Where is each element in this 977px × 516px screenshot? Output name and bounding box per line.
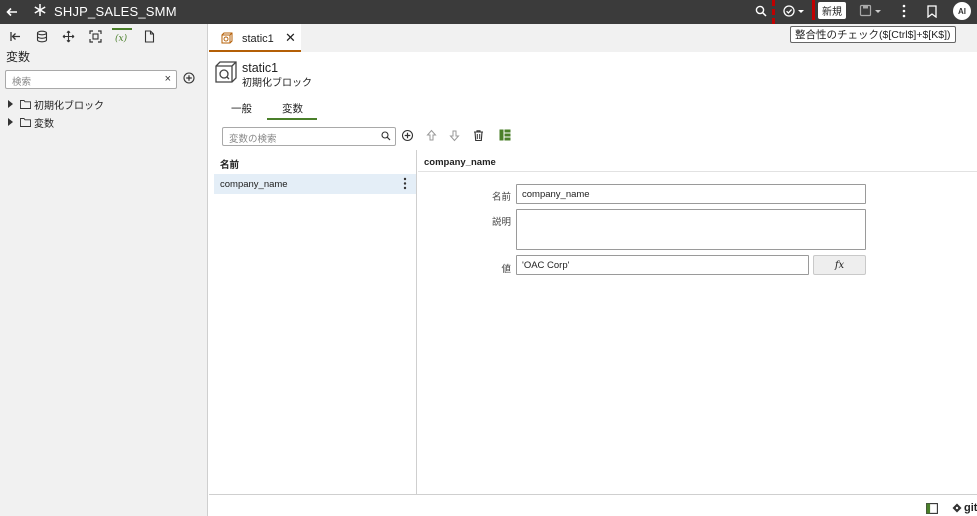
search-input[interactable]: 検索 × — [5, 70, 177, 89]
focus-indicator — [812, 0, 815, 20]
svg-text:(x): (x) — [115, 33, 128, 43]
top-bar: SHJP_SALES_SMM 新規 AI — [0, 0, 977, 24]
tab-variables[interactable]: 変数 — [282, 101, 303, 116]
fit-frame-icon[interactable] — [87, 28, 103, 44]
value-field[interactable]: 'OAC Corp' — [516, 255, 809, 275]
status-bar — [209, 494, 977, 516]
search-icon[interactable] — [754, 2, 768, 20]
description-label: 説明 — [491, 217, 511, 228]
tab-label: static1 — [242, 33, 274, 45]
snowflake-icon — [33, 3, 47, 17]
add-variable-icon[interactable] — [401, 129, 414, 142]
detail-heading: company_name — [424, 157, 496, 168]
variables-icon[interactable]: (x) — [112, 28, 132, 44]
tooltip: 整合性のチェック($[Ctrl$]+$[K$]) — [790, 26, 956, 43]
git-label: git — [964, 502, 977, 514]
cube-icon — [221, 32, 233, 44]
left-toolbar: (x) — [0, 26, 208, 46]
folder-icon — [20, 117, 31, 127]
navigate-back-icon[interactable] — [7, 28, 23, 44]
expression-builder-button[interactable]: fx — [813, 255, 866, 275]
variable-search-input[interactable]: 変数の検索 — [222, 127, 396, 146]
page-title: static1 — [242, 61, 279, 75]
check-consistency-button[interactable] — [782, 2, 806, 20]
move-up-icon[interactable] — [425, 129, 438, 142]
move-down-icon[interactable] — [448, 129, 461, 142]
active-tab-indicator — [267, 118, 317, 120]
page-subtitle: 初期化ブロック — [242, 78, 312, 89]
database-icon[interactable] — [34, 28, 50, 44]
more-menu-icon[interactable] — [899, 2, 909, 20]
save-icon[interactable] — [859, 2, 883, 20]
back-arrow-icon[interactable] — [4, 4, 20, 20]
divider — [418, 171, 977, 172]
git-icon — [952, 503, 962, 513]
tree-item-variables[interactable]: 変数 — [8, 114, 54, 130]
avatar[interactable]: AI — [953, 2, 971, 20]
add-icon[interactable] — [183, 72, 195, 84]
tab-general[interactable]: 一般 — [231, 101, 252, 116]
init-block-icon — [214, 60, 238, 84]
search-placeholder: 検索 — [12, 77, 32, 88]
tree-item-init-blocks[interactable]: 初期化ブロック — [8, 96, 104, 112]
search-icon[interactable] — [381, 131, 391, 141]
panel-toggle-icon[interactable] — [926, 503, 938, 514]
name-field[interactable]: company_name — [516, 184, 866, 204]
name-field-value: company_name — [522, 189, 590, 200]
document-icon[interactable] — [141, 28, 157, 44]
bookmark-icon[interactable] — [926, 2, 938, 20]
new-button[interactable]: 新規 — [818, 2, 846, 19]
layout-panel-icon[interactable] — [499, 129, 512, 142]
clear-icon[interactable]: × — [165, 73, 171, 85]
expand-caret-icon[interactable] — [8, 100, 13, 108]
row-menu-icon[interactable] — [403, 177, 407, 190]
list-item[interactable]: company_name — [214, 174, 416, 194]
app-title: SHJP_SALES_SMM — [54, 4, 177, 19]
tree-item-label: 初期化ブロック — [34, 100, 104, 112]
git-button[interactable]: git — [952, 502, 977, 514]
tab-static1[interactable]: static1 ✕ — [209, 24, 301, 52]
panel-title: 変数 — [6, 50, 31, 64]
search-placeholder: 変数の検索 — [229, 134, 277, 145]
description-field[interactable] — [516, 209, 866, 250]
name-label: 名前 — [491, 192, 511, 203]
left-panel: (x) 変数 検索 × 初期化ブロック 変数 — [0, 24, 208, 516]
move-icon[interactable] — [60, 28, 76, 44]
value-label: 値 — [501, 264, 511, 275]
tree-item-label: 変数 — [34, 118, 54, 130]
close-tab-icon[interactable]: ✕ — [285, 30, 296, 46]
list-header: 名前 — [220, 160, 240, 171]
splitter[interactable] — [416, 150, 417, 494]
delete-icon[interactable] — [472, 129, 485, 142]
folder-icon — [20, 99, 31, 109]
expand-caret-icon[interactable] — [8, 118, 13, 126]
list-item-label: company_name — [220, 179, 288, 190]
value-field-value: 'OAC Corp' — [522, 260, 570, 271]
